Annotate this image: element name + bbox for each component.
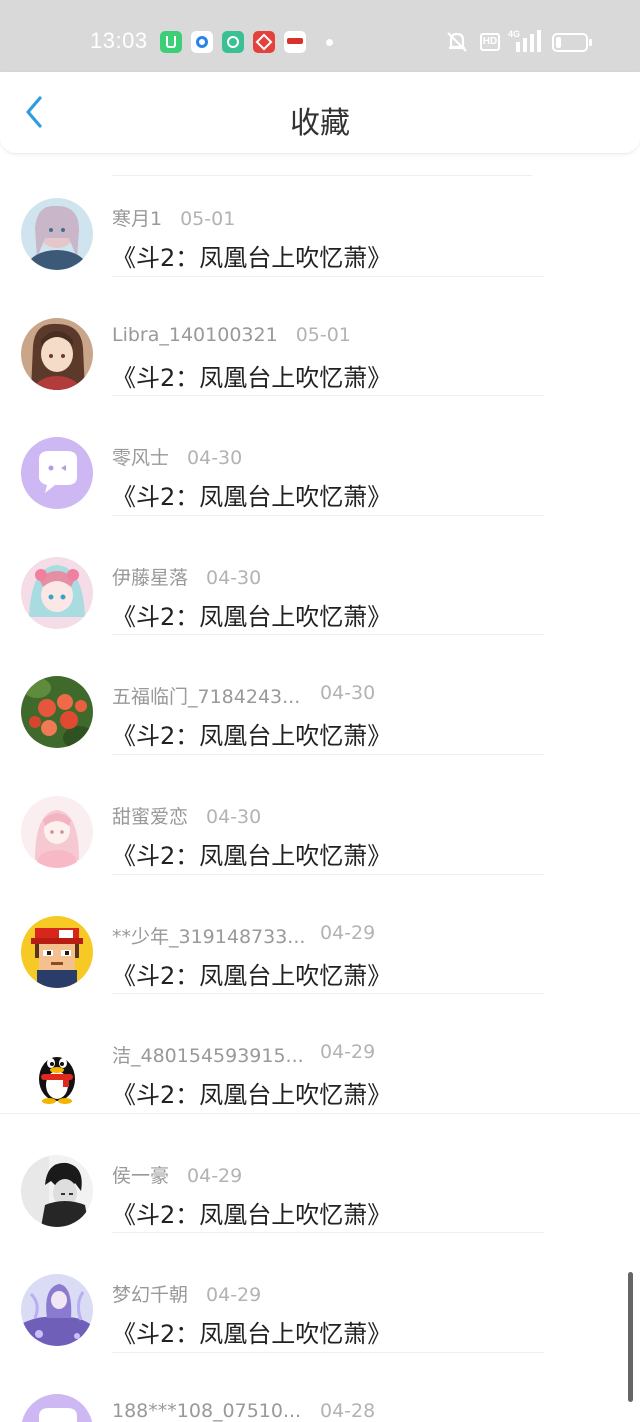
item-meta: 188***108_07510... 04-28 — [112, 1400, 375, 1422]
username[interactable]: 侯一豪 — [112, 1161, 169, 1188]
list-item[interactable]: 五福临门_7184243... 04-30 《斗2：凤凰台上吹忆萧》 — [0, 634, 640, 755]
date: 05-01 — [180, 208, 236, 230]
date: 04-28 — [320, 1399, 376, 1422]
username[interactable]: 零风士 — [112, 443, 169, 470]
username[interactable]: **少年_319148733... — [112, 922, 305, 949]
app-news-icon — [284, 31, 306, 53]
list-item[interactable]: 梦幻千朝 04-29 《斗2：凤凰台上吹忆萧》 — [0, 1232, 640, 1353]
avatar[interactable] — [21, 1154, 93, 1227]
date: 04-30 — [187, 447, 243, 470]
page-title: 收藏 — [290, 106, 350, 141]
username[interactable]: 寒月1 — [112, 204, 162, 231]
app-green-icon — [160, 31, 182, 53]
item-meta: Libra_140100321 05-01 — [112, 324, 351, 346]
username[interactable]: 188***108_07510... — [112, 1400, 301, 1422]
more-notifications-dot — [326, 39, 333, 46]
list-item[interactable]: 寒月1 05-01 《斗2：凤凰台上吹忆萧》 — [0, 156, 640, 277]
list-item[interactable]: 伊藤星落 04-30 《斗2：凤凰台上吹忆萧》 — [0, 515, 640, 636]
item-meta: 洁_480154593915... 04-29 — [112, 1041, 375, 1068]
message-text: 《斗2：凤凰台上吹忆萧》 — [112, 602, 392, 631]
username[interactable]: 洁_480154593915... — [112, 1041, 304, 1068]
message-text: 《斗2：凤凰台上吹忆萧》 — [112, 363, 392, 392]
avatar[interactable] — [21, 1393, 93, 1422]
item-meta: 梦幻千朝 04-29 — [112, 1280, 261, 1307]
date: 05-01 — [295, 323, 351, 346]
app-blue-icon — [191, 31, 213, 53]
message-text: 《斗2：凤凰台上吹忆萧》 — [112, 841, 392, 870]
avatar[interactable] — [21, 915, 93, 988]
avatar[interactable] — [21, 437, 93, 510]
avatar[interactable] — [21, 1274, 93, 1347]
list-item[interactable]: **少年_319148733... 04-29 《斗2：凤凰台上吹忆萧》 — [0, 874, 640, 995]
item-meta: 侯一豪 04-29 — [112, 1161, 242, 1188]
message-text: 《斗2：凤凰台上吹忆萧》 — [112, 244, 392, 272]
date: 04-29 — [187, 1164, 243, 1187]
app-teal-icon — [222, 31, 244, 53]
item-meta: 寒月1 05-01 — [112, 204, 235, 231]
battery-icon — [552, 33, 592, 52]
avatar[interactable] — [21, 556, 93, 629]
list-item[interactable]: 零风士 04-30 《斗2：凤凰台上吹忆萧》 — [0, 395, 640, 516]
scrollbar[interactable] — [628, 1272, 633, 1402]
title-bar: 收藏 — [0, 72, 640, 154]
username[interactable]: 梦幻千朝 — [112, 1280, 188, 1307]
item-meta: 五福临门_7184243... 04-30 — [112, 682, 375, 709]
date: 04-29 — [206, 1284, 262, 1307]
avatar[interactable] — [21, 198, 93, 270]
list-item[interactable]: 甜蜜爱恋 04-30 《斗2：凤凰台上吹忆萧》 — [0, 754, 640, 875]
item-meta: 伊藤星落 04-30 — [112, 563, 261, 590]
item-meta: **少年_319148733... 04-29 — [112, 922, 375, 949]
collection-list: 寒月1 05-01 《斗2：凤凰台上吹忆萧》 Libra_140100321 05-… — [0, 156, 640, 1422]
status-time: 13:03 — [90, 28, 148, 53]
message-text: 《斗2：凤凰台上吹忆萧》 — [112, 1081, 392, 1110]
message-text: 《斗2：凤凰台上吹忆萧》 — [112, 1200, 392, 1229]
username[interactable]: 伊藤星落 — [112, 563, 188, 590]
username[interactable]: 甜蜜爱恋 — [112, 802, 188, 829]
avatar[interactable] — [21, 795, 93, 868]
screen: 13:03 HD 4G 收藏 寒月1 05-01 《斗2：凤凰台上吹忆萧》 Li… — [0, 0, 640, 1422]
date: 04-29 — [320, 921, 376, 944]
date: 04-30 — [206, 805, 262, 828]
list-item[interactable]: 188***108_07510... 04-28 — [0, 1352, 640, 1422]
date: 04-29 — [320, 1041, 376, 1064]
signal-icon: 4G — [508, 29, 541, 52]
date: 04-30 — [206, 566, 262, 589]
item-meta: 甜蜜爱恋 04-30 — [112, 802, 261, 829]
app-red-icon — [253, 31, 275, 53]
hd-badge: HD — [480, 33, 500, 51]
item-meta: 零风士 04-30 — [112, 443, 242, 470]
username[interactable]: 五福临门_7184243... — [112, 682, 300, 709]
avatar[interactable] — [21, 676, 93, 749]
svg-text:4G: 4G — [508, 29, 520, 39]
avatar[interactable] — [21, 1035, 93, 1108]
avatar[interactable] — [21, 317, 93, 390]
username[interactable]: Libra_140100321 — [112, 324, 278, 346]
list-item[interactable]: 侯一豪 04-29 《斗2：凤凰台上吹忆萧》 — [0, 1113, 640, 1234]
list-item[interactable]: Libra_140100321 05-01 《斗2：凤凰台上吹忆萧》 — [0, 276, 640, 397]
list-item[interactable]: 洁_480154593915... 04-29 《斗2：凤凰台上吹忆萧》 — [0, 993, 640, 1114]
message-text: 《斗2：凤凰台上吹忆萧》 — [112, 722, 392, 751]
message-text: 《斗2：凤凰台上吹忆萧》 — [112, 483, 392, 512]
status-bar: 13:03 HD 4G — [0, 0, 640, 72]
date: 04-30 — [320, 682, 376, 705]
mute-bell-icon — [447, 32, 467, 52]
message-text: 《斗2：凤凰台上吹忆萧》 — [112, 961, 392, 990]
message-text: 《斗2：凤凰台上吹忆萧》 — [112, 1320, 392, 1349]
